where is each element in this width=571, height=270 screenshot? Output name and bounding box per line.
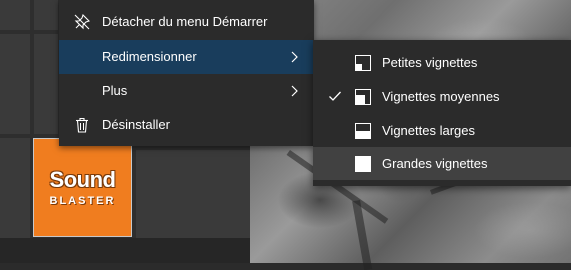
submenu-item-label: Vignettes larges — [382, 123, 475, 138]
menu-item-more[interactable]: Plus — [59, 74, 314, 108]
tile-context-menu: Détacher du menu Démarrer Redimensionner… — [59, 0, 314, 146]
submenu-item-wide[interactable]: Vignettes larges — [313, 114, 571, 147]
chevron-right-icon — [290, 83, 300, 99]
submenu-item-small[interactable]: Petites vignettes — [313, 46, 571, 79]
sound-blaster-logo: Sound — [41, 167, 124, 192]
large-tile-icon — [355, 156, 371, 172]
tile-placeholder[interactable] — [0, 0, 30, 30]
wide-tile-icon — [355, 123, 371, 139]
tile-placeholder[interactable] — [34, 0, 58, 30]
menu-item-unpin[interactable]: Détacher du menu Démarrer — [59, 5, 314, 39]
sound-blaster-tile[interactable]: Sound BLASTER — [33, 138, 132, 237]
tile-placeholder[interactable] — [0, 138, 30, 238]
submenu-item-label: Petites vignettes — [382, 55, 478, 70]
trash-icon — [74, 117, 90, 133]
submenu-item-medium[interactable]: Vignettes moyennes — [313, 80, 571, 113]
menu-item-label: Désinstaller — [102, 117, 170, 132]
tile-placeholder[interactable] — [34, 34, 58, 134]
checkmark-icon — [328, 89, 342, 103]
submenu-item-large[interactable]: Grandes vignettes — [313, 147, 571, 180]
taskbar-strip — [0, 238, 250, 263]
menu-item-resize[interactable]: Redimensionner — [59, 40, 314, 74]
small-tile-icon — [355, 55, 371, 71]
unpin-icon — [74, 13, 91, 30]
submenu-item-label: Vignettes moyennes — [382, 89, 500, 104]
logo-word-sound: Sound — [49, 167, 116, 192]
logo-word-blaster: BLASTER — [49, 195, 116, 207]
tile-placeholder[interactable] — [136, 150, 250, 238]
menu-item-label: Détacher du menu Démarrer — [102, 14, 268, 29]
tile-placeholder[interactable] — [0, 34, 30, 134]
menu-item-uninstall[interactable]: Désinstaller — [59, 108, 314, 142]
submenu-item-label: Grandes vignettes — [382, 156, 488, 171]
resize-submenu: Petites vignettes Vignettes moyennes Vig… — [313, 40, 571, 186]
chevron-right-icon — [290, 49, 300, 65]
menu-item-label: Redimensionner — [102, 49, 197, 64]
medium-tile-icon — [355, 89, 371, 105]
menu-item-label: Plus — [102, 83, 128, 98]
